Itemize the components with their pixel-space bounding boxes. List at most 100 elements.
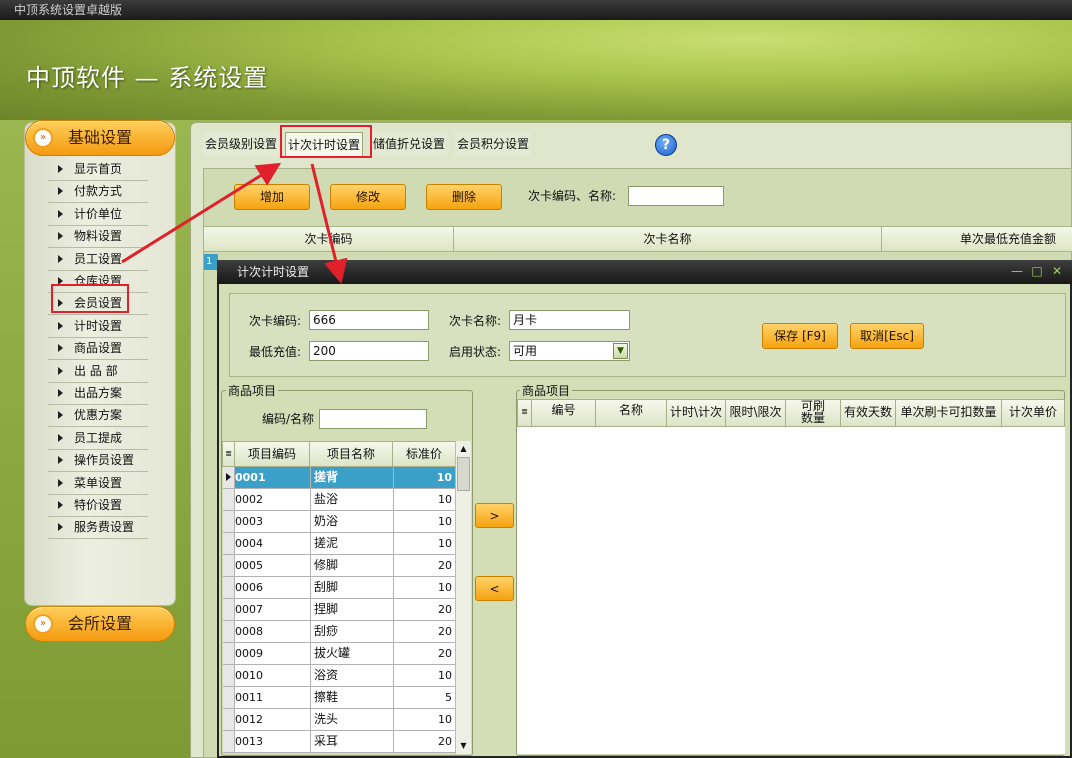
item-name: 修脚 <box>310 555 393 576</box>
table-row[interactable]: 0005 修脚 20 <box>223 555 455 577</box>
club-settings-header[interactable]: » 会所设置 <box>25 606 175 642</box>
item-code: 0003 <box>235 515 263 528</box>
column-time-count[interactable]: 计时\计次 <box>667 400 726 426</box>
card-name-label: 次卡名称: <box>449 314 502 328</box>
cancel-button[interactable]: 取消[Esc] <box>850 323 924 349</box>
scroll-thumb[interactable] <box>457 457 470 491</box>
column-item-code[interactable]: 项目编码 <box>235 442 310 466</box>
sidebar-item[interactable]: 优惠方案 <box>48 405 148 428</box>
sidebar-item[interactable]: 计价单位 <box>48 204 148 226</box>
table-row[interactable]: 0011 擦鞋 5 <box>223 687 455 709</box>
sidebar-item[interactable]: 菜单设置 <box>48 473 148 495</box>
table-row[interactable]: 0007 捏脚 20 <box>223 599 455 621</box>
edit-button[interactable]: 修改 <box>330 184 406 210</box>
sidebar-item[interactable]: 商品设置 <box>48 338 148 361</box>
table-row[interactable]: 0013 采耳 20 <box>223 731 455 753</box>
column-std-price[interactable]: 标准价 <box>393 442 455 466</box>
item-price: 10 <box>393 489 455 510</box>
min-recharge-field[interactable]: 200 <box>309 341 429 361</box>
column-swipe-qty[interactable]: 可刷数量 <box>786 400 841 426</box>
highlight-tab-box <box>280 125 372 158</box>
column-limit[interactable]: 限时\限次 <box>726 400 786 426</box>
table-row[interactable]: 0009 拔火罐 20 <box>223 643 455 665</box>
delete-button[interactable]: 删除 <box>426 184 502 210</box>
grid-menu-icon[interactable]: ≣ <box>223 442 235 466</box>
minimize-icon[interactable]: — <box>1010 264 1024 278</box>
column-card-code[interactable]: 次卡编码 <box>204 227 454 251</box>
column-unit-price[interactable]: 计次单价 <box>1002 400 1064 426</box>
sidebar-item[interactable]: 服务费设置 <box>48 517 148 540</box>
table-row[interactable]: 0008 刮痧 20 <box>223 621 455 643</box>
basic-settings-header[interactable]: » 基础设置 <box>25 120 175 156</box>
sidebar-item[interactable]: 付款方式 <box>48 181 148 204</box>
close-icon[interactable]: ✕ <box>1050 264 1064 278</box>
selected-items-grid[interactable] <box>517 399 1065 754</box>
table-row[interactable]: 0003 奶浴 10 <box>223 511 455 533</box>
item-code: 0006 <box>235 581 263 594</box>
sidebar-item[interactable]: 操作员设置 <box>48 450 148 473</box>
search-input[interactable] <box>628 186 724 206</box>
scroll-up-icon[interactable]: ▲ <box>456 441 471 457</box>
column-valid-days[interactable]: 有效天数 <box>841 400 896 426</box>
table-row[interactable]: 0010 浴资 10 <box>223 665 455 687</box>
tab-stored-value[interactable]: 储值折兑设置 <box>371 132 448 156</box>
filter-label: 编码/名称 <box>262 412 315 426</box>
row-indicator <box>223 731 235 752</box>
item-price: 20 <box>393 555 455 576</box>
row-indicator <box>223 467 235 488</box>
status-label: 启用状态: <box>449 345 502 359</box>
sidebar-item[interactable]: 显示首页 <box>48 159 148 181</box>
row-indicator <box>223 599 235 620</box>
row-indicator <box>223 555 235 576</box>
sidebar-item[interactable]: 员工设置 <box>48 249 148 271</box>
min-recharge-label: 最低充值: <box>249 345 302 359</box>
status-select[interactable]: 可用 ▼ <box>509 341 630 361</box>
tab-member-level[interactable]: 会员级别设置 <box>203 132 280 156</box>
item-name: 浴资 <box>310 665 393 686</box>
item-code: 0012 <box>235 713 263 726</box>
row-indicator <box>223 643 235 664</box>
filter-input[interactable] <box>319 409 427 429</box>
column-number[interactable]: 编号 <box>532 400 596 426</box>
column-min-recharge[interactable]: 单次最低充值金额 <box>882 227 1072 251</box>
add-button[interactable]: 增加 <box>234 184 310 210</box>
left-scrollbar[interactable]: ▲ ▼ <box>455 441 471 754</box>
move-right-button[interactable]: > <box>475 503 514 528</box>
item-name: 搓泥 <box>310 533 393 554</box>
sidebar-item[interactable]: 物料设置 <box>48 226 148 249</box>
sidebar-item[interactable]: 计时设置 <box>48 316 148 338</box>
table-row[interactable]: 0002 盐浴 10 <box>223 489 455 511</box>
row-indicator <box>223 687 235 708</box>
club-settings-label: 会所设置 <box>68 614 133 633</box>
column-name[interactable]: 名称 <box>596 400 667 426</box>
grid-menu-icon[interactable]: ≣ <box>518 400 532 426</box>
table-row[interactable]: 0006 刮脚 10 <box>223 577 455 599</box>
card-name-field[interactable]: 月卡 <box>509 310 630 330</box>
item-code: 0001 <box>235 471 266 484</box>
tab-member-points[interactable]: 会员积分设置 <box>455 132 532 156</box>
column-deduct-qty[interactable]: 单次刷卡可扣数量 <box>896 400 1002 426</box>
sidebar-item[interactable]: 员工提成 <box>48 428 148 450</box>
column-card-name[interactable]: 次卡名称 <box>454 227 882 251</box>
table-row[interactable]: 0001 搓背 10 <box>223 467 455 489</box>
sidebar-item[interactable]: 特价设置 <box>48 495 148 517</box>
maximize-icon[interactable]: □ <box>1030 264 1044 278</box>
move-left-button[interactable]: < <box>475 576 514 601</box>
save-button[interactable]: 保存 [F9] <box>762 323 838 349</box>
sidebar-item[interactable]: 出 品 部 <box>48 361 148 383</box>
table-row[interactable]: 0004 搓泥 10 <box>223 533 455 555</box>
item-price: 20 <box>393 599 455 620</box>
chevron-down-icon[interactable]: ▼ <box>613 343 628 359</box>
item-name: 奶浴 <box>310 511 393 532</box>
right-grid-header: ≣ 编号 名称 计时\计次 限时\限次 可刷数量 有效天数 单次刷卡可扣数量 计… <box>517 399 1065 427</box>
card-code-field[interactable]: 666 <box>309 310 429 330</box>
double-arrow-icon: » <box>33 614 53 634</box>
sidebar-item[interactable]: 出品方案 <box>48 383 148 405</box>
item-code: 0004 <box>235 537 263 550</box>
table-row[interactable]: 0012 洗头 10 <box>223 709 455 731</box>
scroll-down-icon[interactable]: ▼ <box>456 738 471 754</box>
help-icon[interactable]: ? <box>655 134 677 156</box>
item-name: 擦鞋 <box>310 687 393 708</box>
column-item-name[interactable]: 项目名称 <box>310 442 393 466</box>
item-code: 0009 <box>235 647 263 660</box>
